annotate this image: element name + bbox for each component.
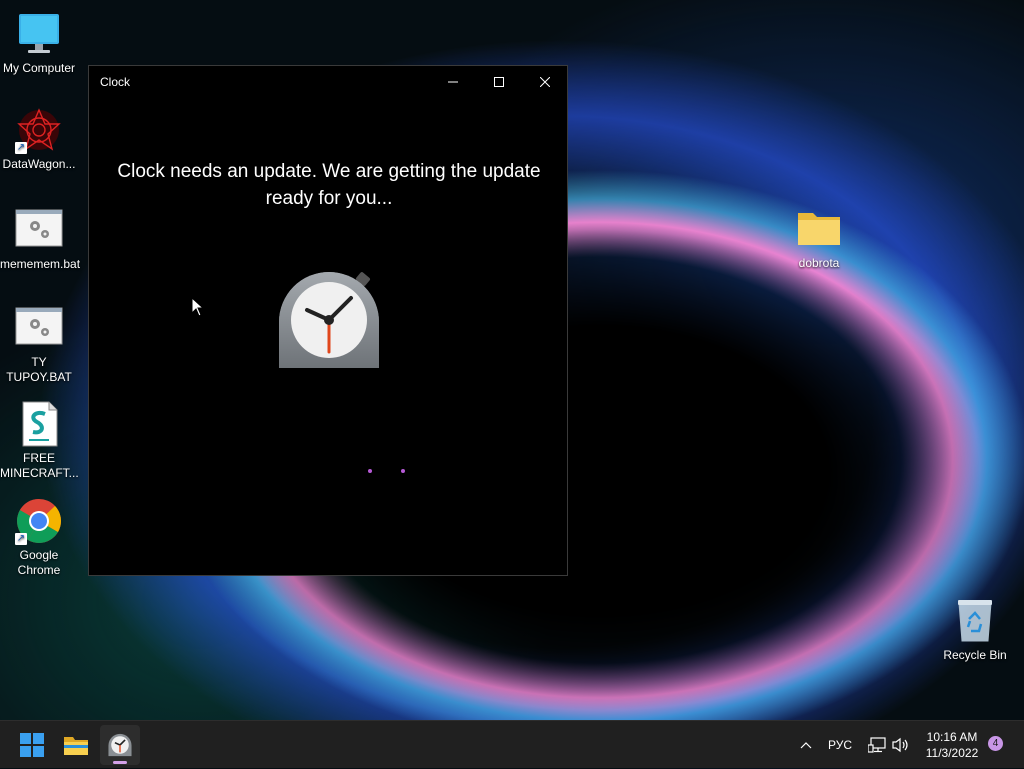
desktop-icon-label: Google Chrome: [17, 548, 61, 577]
datawagon-icon: ↗: [15, 106, 63, 154]
speaker-icon: [892, 737, 908, 753]
chrome-icon: ↗: [15, 497, 63, 545]
minimize-button[interactable]: [430, 66, 476, 98]
desktop-icon-label: mememem.bat: [0, 257, 81, 271]
desktop-icon-label: dobrota: [798, 256, 840, 270]
start-button[interactable]: [12, 725, 52, 765]
close-button[interactable]: [522, 66, 568, 98]
update-message: Clock needs an update. We are getting th…: [117, 161, 541, 209]
network-button[interactable]: [866, 721, 888, 769]
desktop-icon-mememem-bat[interactable]: mememem.bat: [0, 206, 81, 272]
desktop-icon-label: Recycle Bin: [943, 648, 1007, 662]
network-icon: [868, 737, 886, 753]
monitor-icon: [15, 10, 63, 58]
file-explorer-button[interactable]: [56, 725, 96, 765]
batch-file-icon: [15, 304, 63, 352]
show-hidden-icons-button[interactable]: [794, 721, 818, 769]
clock-app-icon: [108, 733, 132, 757]
desktop-icon-label: FREE MINECRAFT...: [0, 451, 79, 480]
taskbar: РУС 10:16 AM 11/3/2022: [0, 720, 1024, 768]
script-file-icon: [15, 400, 63, 448]
folder-icon: [795, 205, 843, 253]
desktop-icon-google-chrome[interactable]: ↗ Google Chrome: [0, 497, 78, 578]
maximize-icon: [494, 77, 504, 87]
start-icon: [20, 733, 44, 757]
desktop-icon-recycle-bin[interactable]: Recycle Bin: [936, 597, 1014, 663]
desktop-icon-dobrota[interactable]: dobrota: [780, 205, 858, 271]
input-language-indicator[interactable]: РУС: [824, 721, 856, 769]
clock-app-logo-icon: [277, 268, 381, 372]
file-explorer-icon: [64, 737, 88, 755]
shortcut-arrow-icon: ↗: [15, 533, 27, 545]
taskbar-clock[interactable]: 10:16 AM 11/3/2022: [914, 729, 990, 761]
active-app-indicator: [113, 761, 127, 764]
loading-dot: [368, 469, 372, 473]
desktop-icon-label: DataWagon...: [2, 157, 76, 171]
notification-badge[interactable]: 4: [988, 736, 1003, 751]
clock-app-taskbar-button[interactable]: [100, 725, 140, 765]
volume-button[interactable]: [890, 721, 912, 769]
desktop-icon-label: My Computer: [2, 61, 76, 75]
minimize-icon: [448, 81, 458, 83]
desktop-icon-label: TY TUPOY.BAT: [6, 355, 72, 384]
clock-window[interactable]: Clock Clock needs an update. We are gett…: [88, 65, 568, 576]
window-titlebar[interactable]: Clock: [89, 66, 567, 98]
loading-dot: [401, 469, 405, 473]
clock-date: 11/3/2022: [925, 746, 979, 760]
batch-file-icon: [15, 206, 63, 254]
desktop-icon-free-minecraft[interactable]: FREE MINECRAFT...: [0, 400, 79, 481]
clock-time: 10:16 AM: [926, 730, 978, 744]
close-icon: [540, 77, 550, 87]
shortcut-arrow-icon: ↗: [15, 142, 27, 154]
desktop-icon-my-computer[interactable]: My Computer: [0, 10, 78, 76]
mouse-cursor-icon: [191, 296, 205, 321]
recycle-bin-icon: [951, 597, 999, 645]
desktop-icon-datawagon[interactable]: ↗ DataWagon...: [0, 106, 78, 172]
maximize-button[interactable]: [476, 66, 522, 98]
chevron-up-icon: [800, 742, 812, 749]
window-title: Clock: [100, 75, 131, 89]
desktop-icon-ty-tupoy-bat[interactable]: TY TUPOY.BAT: [0, 304, 78, 385]
